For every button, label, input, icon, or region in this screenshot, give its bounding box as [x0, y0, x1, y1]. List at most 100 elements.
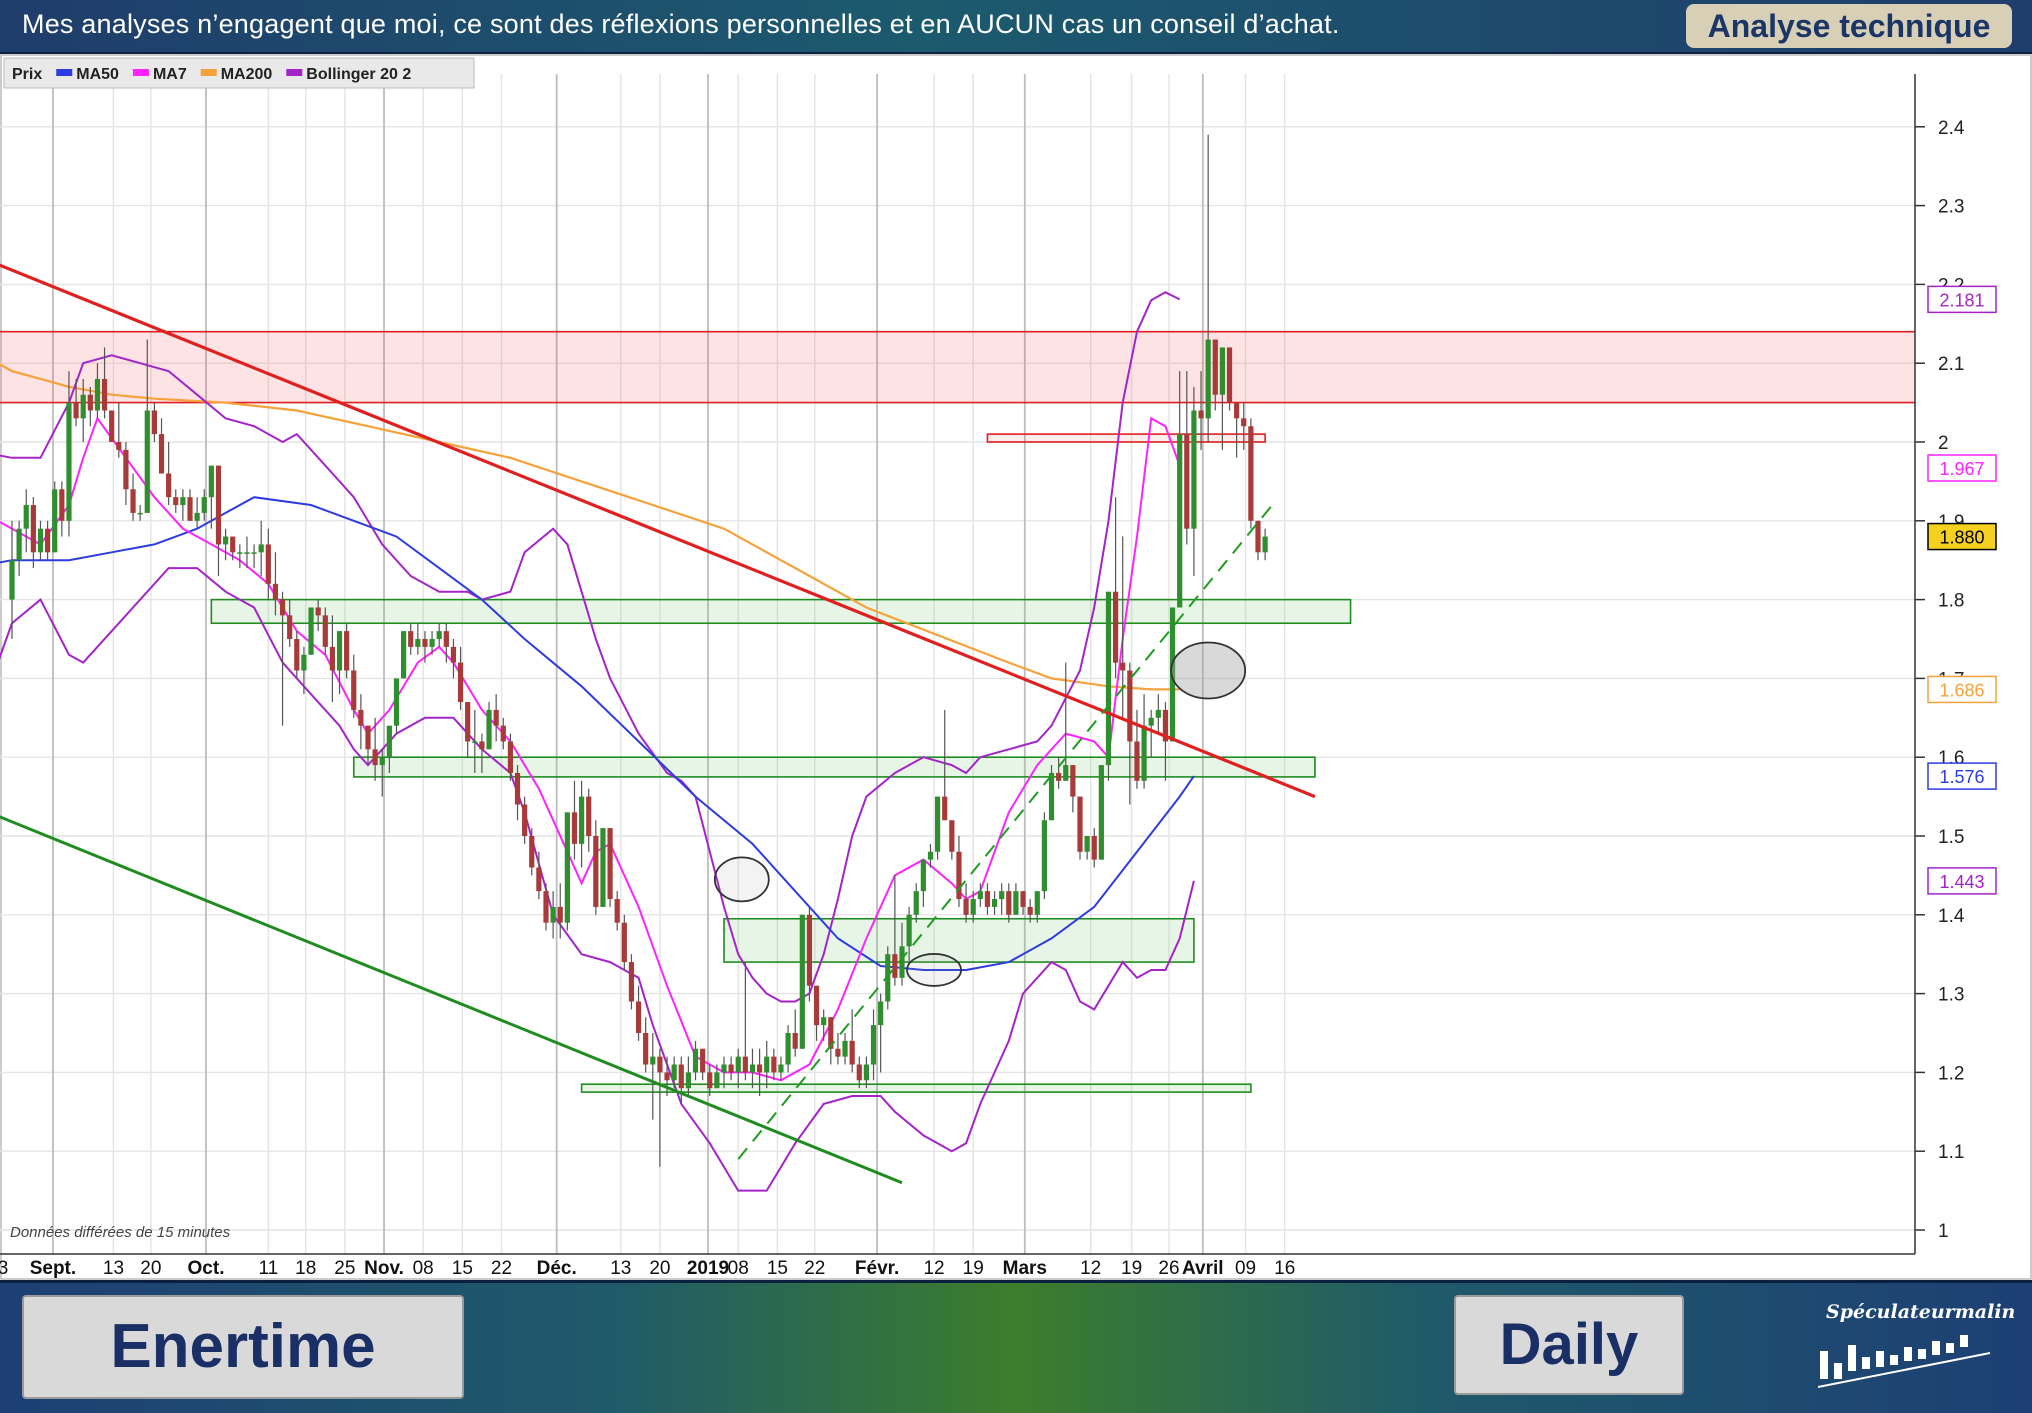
candle-body: [1141, 725, 1147, 781]
candle-body: [94, 378, 101, 411]
candle-body: [778, 1064, 784, 1073]
period-label: Daily: [1454, 1295, 1684, 1395]
candle-body: [66, 402, 72, 521]
candle-body: [472, 741, 478, 743]
candle-body: [977, 891, 983, 900]
ma7-line: [0, 416, 1181, 1082]
candle-body: [1262, 536, 1268, 553]
candle-body: [1177, 434, 1183, 608]
candle-body: [1063, 765, 1069, 781]
legend: Prix MA50 MA7 MA200 Bollinger 20 2: [3, 57, 475, 89]
resistance-zone: [0, 331, 1915, 403]
candle-body: [1091, 836, 1097, 860]
candle-body: [287, 615, 293, 639]
candle-body: [244, 552, 250, 554]
candle-body: [991, 899, 998, 907]
candle-body: [415, 639, 421, 647]
candle-body: [550, 906, 556, 923]
legend-label: MA7: [153, 66, 187, 83]
candle-body: [892, 954, 898, 978]
candle-body: [279, 599, 286, 616]
candle-body: [963, 899, 969, 915]
candle-body: [614, 899, 620, 923]
candle-body: [294, 639, 300, 671]
y-tick-label: 1.3: [1938, 985, 1964, 1006]
candle-body: [80, 394, 86, 419]
y-axis: 11.11.21.31.41.51.61.71.81.922.12.22.32.…: [1914, 74, 1965, 1254]
candle-body: [45, 528, 51, 553]
y-tick-label: 1.2: [1938, 1063, 1964, 1084]
candle-body: [920, 859, 926, 892]
candle-body: [529, 836, 535, 868]
footer-bar: Enertime Daily Spéculateurmalin: [0, 1280, 2032, 1413]
candle-body: [158, 434, 165, 474]
candle-body: [393, 678, 400, 726]
candle-body: [1241, 418, 1247, 427]
legend-label: Bollinger 20 2: [306, 66, 411, 83]
candle-body: [984, 891, 991, 907]
candle-body: [251, 552, 257, 554]
candle-body: [536, 867, 542, 892]
candle-body: [59, 489, 65, 521]
candle-body: [1155, 709, 1161, 718]
header-bar: Mes analyses n’engagent que moi, ce sont…: [0, 0, 2032, 54]
x-tick-label: 18: [295, 1258, 316, 1279]
candle-body: [322, 615, 328, 647]
candle-body: [1006, 891, 1012, 915]
candle-body: [486, 709, 492, 750]
candle-body: [109, 410, 115, 442]
x-axis: 23 Sept. 13 20 Oct. 11 18 25 Nov. 08 15 22 Déc. 13 20 2…: [0, 1253, 1915, 1279]
x-tick-label: Avril: [1182, 1258, 1224, 1279]
candle-body: [728, 1064, 734, 1073]
chart-area[interactable]: 11.11.21.31.41.51.61.71.81.922.12.22.32.…: [0, 54, 2032, 1280]
legend-swatch: [286, 69, 303, 76]
x-tick-label: Nov.: [364, 1258, 404, 1279]
candle-body: [401, 631, 407, 679]
brand-logo: Spéculateurmalin: [1810, 1301, 2015, 1399]
candle-body: [935, 796, 941, 852]
y-tick-label: 2: [1938, 433, 1949, 454]
candle-body: [329, 646, 335, 671]
candle-body: [1070, 765, 1076, 797]
candle-body: [714, 1072, 720, 1089]
candles: [9, 134, 1268, 1167]
candle-body: [557, 906, 563, 923]
candle-body: [173, 497, 179, 506]
candle-body: [835, 1048, 841, 1057]
candle-body: [799, 914, 805, 1049]
candle-body: [507, 741, 513, 773]
price-tag-label: 2.181: [1939, 290, 1984, 310]
price-tag-label: 1.880: [1939, 528, 1984, 548]
candle-body: [344, 631, 350, 671]
x-tick-label: 22: [491, 1258, 512, 1279]
candle-body: [1198, 410, 1204, 419]
x-tick-label: Mars: [1003, 1258, 1047, 1279]
candle-body: [821, 1017, 827, 1026]
y-tick-label: 1: [1938, 1221, 1949, 1242]
ellipse-1: [713, 856, 770, 903]
support-zone: [352, 756, 1316, 778]
support-zone: [723, 917, 1195, 963]
candle-body: [1056, 772, 1062, 781]
y-tick-label: 1.1: [1938, 1142, 1964, 1163]
candle-body: [685, 1072, 691, 1089]
candle-body: [700, 1048, 706, 1073]
candle-body: [678, 1064, 684, 1089]
candle-body: [493, 709, 499, 726]
y-tick-label: 2.1: [1938, 354, 1964, 375]
x-tick-label: Oct.: [188, 1258, 225, 1279]
price-tag-label: 1.576: [1939, 767, 1984, 787]
y-tick-label: 1.4: [1938, 906, 1965, 927]
logo-text: Spéculateurmalin: [1826, 1301, 2016, 1323]
candle-body: [1013, 891, 1019, 915]
candle-body: [1048, 772, 1055, 821]
price-chart[interactable]: 11.11.21.31.41.51.61.71.81.922.12.22.32.…: [0, 54, 2032, 1280]
candle-body: [771, 1056, 777, 1073]
candle-body: [1105, 591, 1112, 766]
candle-body: [927, 851, 934, 860]
candle-body: [514, 772, 521, 805]
candle-body: [571, 812, 578, 844]
price-tag-label: 1.686: [1939, 680, 1984, 700]
resistance-zone-small: [986, 433, 1266, 443]
candle-body: [144, 410, 150, 513]
